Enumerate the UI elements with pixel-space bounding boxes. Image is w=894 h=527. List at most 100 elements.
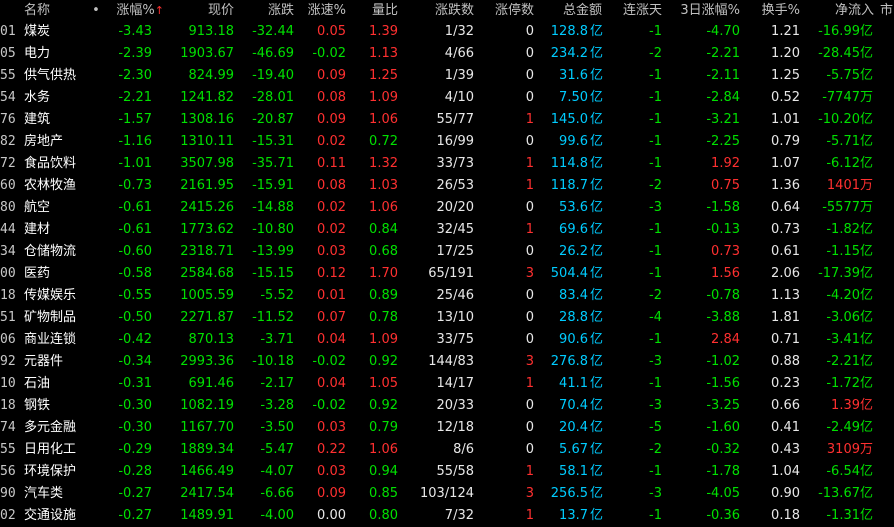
table-row[interactable]: 05 电力 -2.39 1903.67 -46.69 -0.02 1.13 4/66 0 234.… [0,43,894,65]
row-code: 72 [0,156,16,171]
col-header-extra[interactable]: 市 [880,0,894,21]
row-change3d: -4.70 [706,24,740,39]
row-amount-unit: 亿 [590,442,604,457]
row-net-inflow-unit: 亿 [860,354,874,369]
table-row[interactable]: 54 水务 -2.21 1241.82 -28.01 0.08 1.09 4/10 0 7.50 亿… [0,87,894,109]
row-change3d: -2.11 [706,68,740,83]
row-streak: -3 [649,398,662,413]
col-header-price[interactable]: 现价 [168,0,234,21]
row-change3d: -3.25 [706,398,740,413]
row-net-inflow: -13.67 [818,486,860,501]
table-row[interactable]: 76 建筑 -1.57 1308.16 -20.87 0.09 1.06 55/77 1 145.… [0,109,894,131]
table-row[interactable]: 10 石油 -0.31 691.46 -2.17 0.04 1.05 14/17 1 41.1 亿 -… [0,373,894,395]
row-change3d: 0.73 [711,244,740,259]
row-amount-unit: 亿 [590,486,604,501]
row-net-inflow: -5.75 [826,68,860,83]
row-net-inflow: -6.54 [826,464,860,479]
row-speed: 0.04 [317,376,346,391]
row-amount: 256.5 [550,486,588,501]
table-row[interactable]: 55 供气供热 -2.30 824.99 -19.40 0.09 1.25 1/39 0 31.6… [0,65,894,87]
row-speed: 0.11 [317,156,346,171]
row-code: 18 [0,288,16,303]
row-change-pct: -0.27 [118,486,152,501]
row-price: 1489.91 [180,508,234,523]
table-row[interactable]: 90 汽车类 -0.27 2417.54 -6.66 0.09 0.85 103/124 3 25… [0,483,894,505]
col-header-change3d[interactable]: 3日涨幅% [664,0,740,21]
row-net-inflow-unit: 亿 [860,508,874,523]
row-change-pct: -0.73 [118,178,152,193]
col-header-net-inflow[interactable]: 净流入 [804,0,874,21]
row-vol-ratio: 1.13 [369,46,398,61]
col-header-limit-up[interactable]: 涨停数 [478,0,534,21]
row-amount: 99.6 [559,134,588,149]
row-speed: 0.02 [317,134,346,149]
table-row[interactable]: 51 矿物制品 -0.50 2271.87 -11.52 0.07 0.78 13/10 0 28… [0,307,894,329]
row-change: -3.50 [260,420,294,435]
row-name: 环境保护 [24,464,77,479]
row-net-inflow: -5.71 [826,134,860,149]
row-price: 2161.95 [180,178,234,193]
row-code: 05 [0,46,16,61]
col-header-speed[interactable]: 涨速% [296,0,346,21]
table-row[interactable]: 01 煤炭 -3.43 913.18 -32.44 0.05 1.39 1/32 0 128.8 亿… [0,21,894,43]
row-net-inflow-unit: 万 [860,178,874,193]
row-code: 18 [0,398,16,413]
row-speed: 0.08 [317,90,346,105]
row-streak: -1 [649,244,662,259]
table-row[interactable]: 02 交通设施 -0.27 1489.91 -4.00 0.00 0.80 7/32 1 13.7… [0,505,894,527]
col-header-up-down[interactable]: 涨跌数 [402,0,474,21]
row-limit-up: 0 [525,46,534,61]
row-limit-up: 0 [525,68,534,83]
row-change: -35.71 [252,156,294,171]
row-turnover: 1.07 [771,156,800,171]
table-row[interactable]: 80 航空 -0.61 2415.26 -14.88 0.02 1.06 20/20 0 53.6… [0,197,894,219]
row-change: -15.15 [252,266,294,281]
row-name: 石油 [24,376,51,391]
table-row[interactable]: 18 钢铁 -0.30 1082.19 -3.28 -0.02 0.92 20/33 0 70.4… [0,395,894,417]
table-row[interactable]: 72 食品饮料 -1.01 3507.98 -35.71 0.11 1.32 33/73 1 11… [0,153,894,175]
row-code: 55 [0,442,16,457]
row-change3d: -3.21 [706,112,740,127]
table-row[interactable]: 34 仓储物流 -0.60 2318.71 -13.99 0.03 0.68 17/25 0 26… [0,241,894,263]
col-header-change-pct[interactable]: 涨幅%↑ [106,0,164,21]
row-name: 钢铁 [24,398,51,413]
row-amount: 58.1 [559,464,588,479]
row-amount-unit: 亿 [590,332,604,347]
table-row[interactable]: 06 商业连锁 -0.42 870.13 -3.71 0.04 1.09 33/75 0 90.6… [0,329,894,351]
col-header-streak[interactable]: 连涨天 [606,0,662,21]
table-row[interactable]: 74 多元金融 -0.30 1167.70 -3.50 0.03 0.79 12/18 0 20.… [0,417,894,439]
row-net-inflow-unit: 亿 [860,288,874,303]
col-header-turnover[interactable]: 换手% [744,0,800,21]
table-row[interactable]: 44 建材 -0.61 1773.62 -10.80 0.02 0.84 32/45 1 69.6… [0,219,894,241]
table-row[interactable]: 92 元器件 -0.34 2993.36 -10.18 -0.02 0.92 144/83 3 2… [0,351,894,373]
table-row[interactable]: 56 环境保护 -0.28 1466.49 -4.07 0.03 0.94 55/58 1 58.… [0,461,894,483]
row-limit-up: 3 [525,354,534,369]
col-header-name[interactable]: 名称 [24,0,84,21]
col-header-vol-ratio[interactable]: 量比 [350,0,398,21]
row-amount-unit: 亿 [590,134,604,149]
row-limit-up: 0 [525,420,534,435]
col-header-amount[interactable]: 总金额 [538,0,602,21]
col-header-change[interactable]: 涨跌 [238,0,294,21]
row-speed: -0.02 [312,354,346,369]
row-name: 交通设施 [24,508,77,523]
row-change: -10.80 [252,222,294,237]
table-row[interactable]: 82 房地产 -1.16 1310.11 -15.31 0.02 0.72 16/99 0 99.… [0,131,894,153]
row-price: 2417.54 [180,486,234,501]
table-row[interactable]: 55 日用化工 -0.29 1889.34 -5.47 0.22 1.06 8/6 0 5.67 亿… [0,439,894,461]
row-amount-unit: 亿 [590,46,604,61]
row-price: 2993.36 [180,354,234,369]
row-vol-ratio: 0.92 [369,398,398,413]
row-change: -5.52 [260,288,294,303]
row-code: 00 [0,266,16,281]
row-up-down: 26/53 [436,178,474,193]
row-name: 航空 [24,200,51,215]
table-row[interactable]: 60 农林牧渔 -0.73 2161.95 -15.91 0.08 1.03 26/53 1 11… [0,175,894,197]
row-change-pct: -0.61 [118,200,152,215]
row-code: 90 [0,486,16,501]
row-change: -28.01 [252,90,294,105]
table-row[interactable]: 00 医药 -0.58 2584.68 -15.15 0.12 1.70 65/191 3 504… [0,263,894,285]
row-amount: 69.6 [559,222,588,237]
table-row[interactable]: 18 传媒娱乐 -0.55 1005.59 -5.52 0.01 0.89 25/46 0 83.… [0,285,894,307]
row-amount: 41.1 [559,376,588,391]
